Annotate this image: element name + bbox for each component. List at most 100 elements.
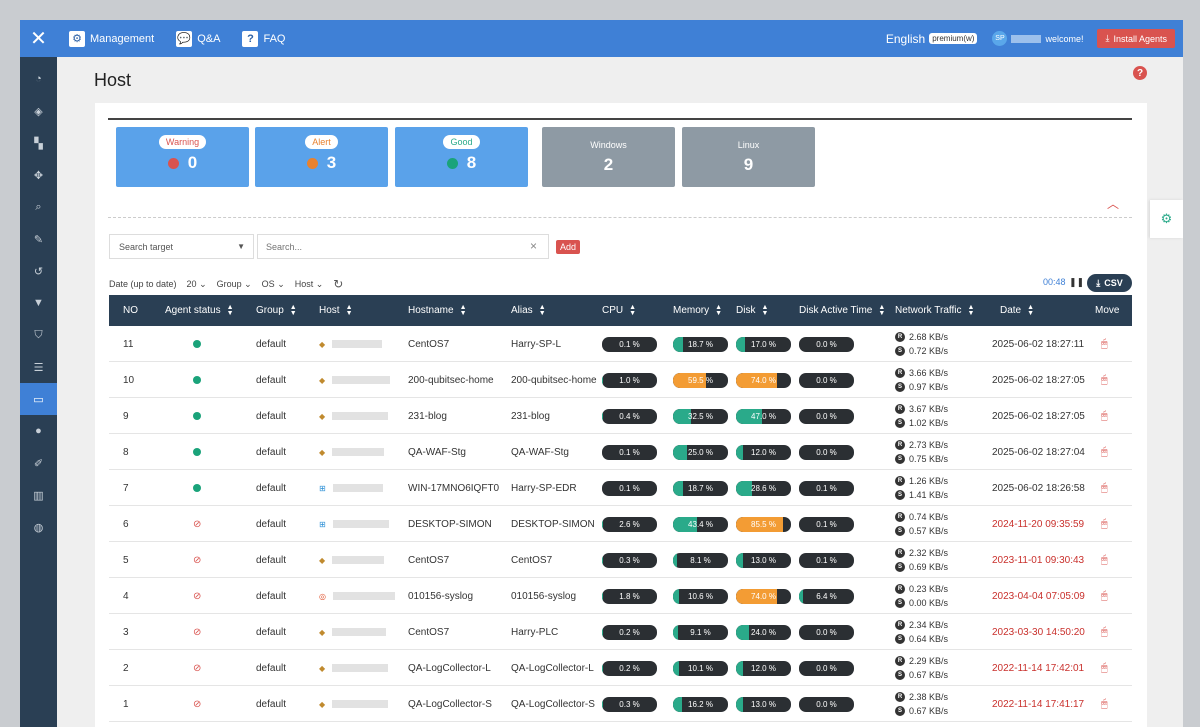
mouse-icon[interactable]: 🖱	[1101, 374, 1108, 387]
table-row[interactable]: 5 ⊘ default ◆ CentOS7 CentOS7 0.3 % 8.1 % 13.0 %…	[109, 542, 1132, 578]
column-header-hostname[interactable]: Hostname ▲ ▼	[408, 295, 467, 326]
sidebar-item-magic-wand[interactable]: ✎	[20, 223, 57, 255]
add-button[interactable]: Add	[556, 240, 581, 254]
mouse-icon[interactable]: 🖱	[1101, 698, 1108, 711]
sidebar-item-layers[interactable]: ◈	[20, 95, 57, 127]
column-header-group[interactable]: Group ▲ ▼	[256, 295, 297, 326]
sidebar-item-server[interactable]: ☰	[20, 351, 57, 383]
mouse-icon[interactable]: 🖱	[1101, 446, 1108, 459]
disk-bar: 13.0 %	[736, 696, 791, 712]
language-selector[interactable]: English	[886, 32, 925, 46]
page-size-filter[interactable]: 20 ⌄	[187, 279, 207, 290]
clear-icon[interactable]: ×	[530, 239, 537, 253]
windows-card[interactable]: Windows 2	[542, 127, 675, 187]
mouse-icon[interactable]: 🖱	[1101, 662, 1108, 675]
column-header-agent-status[interactable]: Agent status ▲ ▼	[165, 295, 234, 326]
menu-item-management[interactable]: ⚙ Management	[69, 30, 154, 47]
table-row[interactable]: 6 ⊘ default ⊞ DESKTOP-SIMON DESKTOP-SIMON 2.6 …	[109, 506, 1132, 542]
column-header-date[interactable]: Date ▲ ▼	[1000, 295, 1034, 326]
table-row[interactable]: 9 default ◆ 231-blog 231-blog 0.4 % 32.5 % 47.0…	[109, 398, 1132, 434]
offline-status-icon: ⊘	[193, 554, 202, 566]
mouse-icon[interactable]: 🖱	[1101, 518, 1108, 531]
column-header-cpu[interactable]: CPU ▲ ▼	[602, 295, 636, 326]
close-icon[interactable]: ✕	[20, 20, 57, 57]
table-row[interactable]: 3 ⊘ default ◆ CentOS7 Harry-PLC 0.2 % 9.1 % 24.0…	[109, 614, 1132, 650]
column-header-move[interactable]: Move	[1095, 295, 1119, 326]
sidebar-item-bar-chart[interactable]: ▥	[20, 479, 57, 511]
mouse-icon[interactable]: 🖱	[1101, 554, 1108, 567]
sort-icon: ▲ ▼	[967, 303, 975, 317]
sidebar-item-dashboard[interactable]: ◔	[20, 63, 57, 95]
os-filter[interactable]: OS ⌄	[262, 279, 285, 290]
table-row[interactable]: 11 default ◆ CentOS7 Harry-SP-L 0.1 % 18.7 % 17…	[109, 326, 1132, 362]
settings-gear-icon[interactable]: ⚙	[1150, 200, 1183, 238]
cpu-value: 1.8 %	[619, 591, 640, 601]
sidebar-item-history[interactable]: ↺	[20, 255, 57, 287]
mouse-icon[interactable]: 🖱	[1101, 338, 1108, 351]
chevron-up-icon[interactable]: ︿	[1107, 195, 1119, 212]
sidebar-item-search[interactable]: ⌕	[20, 191, 57, 223]
date-filter[interactable]: Date (up to date)	[109, 279, 177, 289]
menu-item-qa[interactable]: 💬 Q&A	[176, 30, 220, 47]
column-header-network-traffic[interactable]: Network Traffic ▲ ▼	[895, 295, 974, 326]
disk-cell: 13.0 %	[736, 542, 791, 578]
csv-button[interactable]: ⤓ CSV	[1087, 274, 1132, 292]
search-input[interactable]	[257, 234, 549, 259]
sidebar-item-move[interactable]: ✥	[20, 159, 57, 191]
good-card[interactable]: Good 8	[395, 127, 528, 187]
menu-item-faq[interactable]: ? FAQ	[242, 30, 285, 47]
table-row[interactable]: 1 ⊘ default ◆ QA-LogCollector-S QA-LogCollect…	[109, 686, 1132, 722]
disk-cell: 17.0 %	[736, 326, 791, 362]
sidebar-item-filter[interactable]: ▼	[20, 287, 57, 319]
table-row[interactable]: 2 ⊘ default ◆ QA-LogCollector-L QA-LogCollect…	[109, 650, 1132, 686]
column-header-alias[interactable]: Alias ▲ ▼	[511, 295, 546, 326]
host-filter[interactable]: Host ⌄	[295, 279, 324, 290]
table-row[interactable]: 10 default ◆ 200-qubitsec-home 200-qubitsec-…	[109, 362, 1132, 398]
column-header-host[interactable]: Host ▲ ▼	[319, 295, 353, 326]
column-header-no[interactable]: NO	[123, 295, 138, 326]
group-cell: default	[256, 410, 287, 422]
cpu-value: 0.3 %	[619, 555, 640, 565]
disk_active-bar: 0.1 %	[799, 552, 854, 568]
table-row[interactable]: 4 ⊘ default ◎ 010156-syslog 010156-syslog 1.8 …	[109, 578, 1132, 614]
sidebar-item-globe[interactable]: ◍	[20, 511, 57, 543]
sidebar-item-widget[interactable]: ▚	[20, 127, 57, 159]
memory-bar: 9.1 %	[673, 624, 728, 640]
sidebar-item-alert[interactable]: ●	[20, 415, 57, 447]
table-row[interactable]: 7 default ⊞ WIN-17MNO6IQFT0 Harry-SP-EDR 0.1 …	[109, 470, 1132, 506]
refresh-icon[interactable]: ↻	[333, 277, 343, 291]
mouse-icon[interactable]: 🖱	[1101, 410, 1108, 423]
send-icon: S	[895, 526, 905, 536]
send-icon: S	[895, 562, 905, 572]
receive-icon: R	[895, 404, 905, 414]
column-header-disk[interactable]: Disk ▲ ▼	[736, 295, 768, 326]
help-icon[interactable]: ?	[1133, 66, 1147, 80]
group-cell: default	[256, 590, 287, 602]
column-header-memory[interactable]: Memory ▲ ▼	[673, 295, 722, 326]
network-receive: R 2.32 KB/s	[895, 546, 948, 560]
mouse-icon[interactable]: 🖱	[1101, 626, 1108, 639]
alias-cell: QA-LogCollector-L	[511, 662, 594, 674]
shield-icon: ⛉	[34, 328, 43, 341]
group-filter[interactable]: Group ⌄	[217, 279, 252, 290]
pause-icon[interactable]: ❚❚	[1069, 277, 1084, 288]
alert-card[interactable]: Alert 3	[255, 127, 388, 187]
sidebar-item-monitor[interactable]: ▭	[20, 383, 57, 415]
warning-card[interactable]: Warning 0	[116, 127, 249, 187]
mouse-icon[interactable]: 🖱	[1101, 482, 1108, 495]
search-target-select[interactable]: Search target ▼	[109, 234, 254, 259]
sidebar-item-shield[interactable]: ⛉	[20, 319, 57, 351]
column-header-disk-active-time[interactable]: Disk Active Time ▲ ▼	[799, 295, 885, 326]
linux-card[interactable]: Linux 9	[682, 127, 815, 187]
agent-status-cell	[193, 398, 201, 434]
sidebar-item-edit[interactable]: ✐	[20, 447, 57, 479]
table-row[interactable]: 8 default ◆ QA-WAF-Stg QA-WAF-Stg 0.1 % 25.0 %…	[109, 434, 1132, 470]
install-agents-button[interactable]: ⤓ Install Agents	[1097, 29, 1175, 48]
avatar[interactable]: SP	[992, 31, 1008, 46]
linux-label: Linux	[737, 140, 760, 150]
network-receive: R 0.23 KB/s	[895, 582, 948, 596]
offline-status-icon: ⊘	[193, 590, 202, 602]
mouse-icon[interactable]: 🖱	[1101, 590, 1108, 603]
group-cell: default	[256, 698, 287, 710]
disk-value: 12.0 %	[751, 663, 776, 673]
